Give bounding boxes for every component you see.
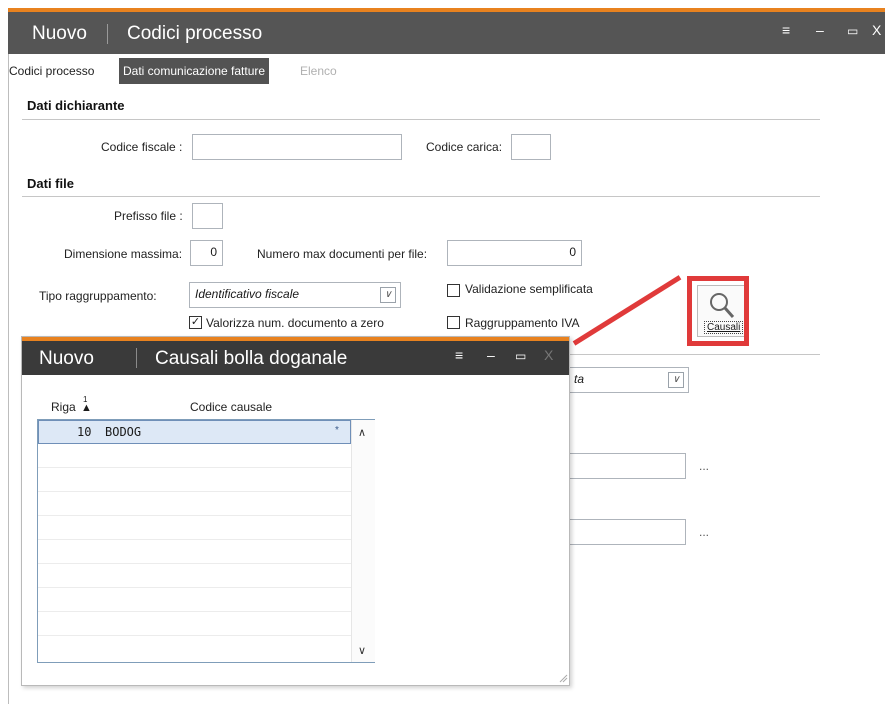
tab-dati-comunicazione-fatture[interactable]: Dati comunicazione fatture [119, 58, 270, 84]
window-mode-label: Nuovo [32, 23, 87, 44]
minimize-icon[interactable]: – [816, 22, 824, 38]
section-divider [22, 196, 820, 197]
column-header-codice-causale[interactable]: Codice causale [190, 400, 272, 414]
numero-max-documenti-label: Numero max documenti per file: [257, 247, 428, 261]
title-separator [136, 348, 137, 368]
causali-grid[interactable]: 10 BODOG * ∧ ∨ [37, 419, 375, 663]
chevron-down-icon[interactable]: ∨ [668, 372, 684, 388]
resize-grip-icon[interactable] [558, 673, 568, 683]
codice-fiscale-input[interactable] [192, 134, 402, 160]
codice-carica-label: Codice carica: [426, 140, 503, 154]
maximize-icon[interactable]: ▭ [515, 349, 526, 363]
tipo-raggruppamento-select[interactable]: Identificativo fiscale ∨ [189, 282, 401, 308]
highlight-box [687, 276, 749, 346]
maximize-icon[interactable]: ▭ [847, 24, 858, 38]
tab-elenco[interactable]: Elenco [296, 58, 341, 84]
window-title: Codici processo [127, 23, 263, 44]
ellipsis-button-2[interactable]: ... [699, 525, 709, 539]
codice-fiscale-label: Codice fiscale : [101, 140, 183, 154]
valorizza-label: Valorizza num. documento a zero [206, 316, 384, 330]
dimensione-massima-input[interactable]: 0 [190, 240, 223, 266]
chevron-up-icon[interactable]: ∧ [358, 426, 366, 439]
dimensione-massima-label: Dimensione massima: [64, 247, 183, 261]
background-combo[interactable]: ta ∨ [568, 367, 689, 393]
validazione-semplificata-checkbox[interactable] [447, 284, 460, 297]
background-field-1[interactable] [568, 453, 686, 479]
codice-carica-input[interactable] [511, 134, 551, 160]
popup-title: Causali bolla doganale [155, 348, 348, 369]
background-field-2[interactable] [568, 519, 686, 545]
table-row[interactable] [38, 588, 351, 612]
row-riga-cell[interactable]: 10 [77, 425, 91, 439]
chevron-down-icon[interactable]: ∨ [358, 644, 366, 657]
raggruppamento-iva-checkbox[interactable] [447, 316, 460, 329]
table-row[interactable] [38, 540, 351, 564]
menu-icon[interactable]: ≡ [782, 22, 790, 38]
table-row[interactable] [38, 492, 351, 516]
ellipsis-button-1[interactable]: ... [699, 459, 709, 473]
section-divider [22, 119, 820, 120]
main-titlebar[interactable]: Nuovo Codici processo ≡ – ▭ X [8, 12, 885, 54]
column-header-riga[interactable]: Riga [51, 400, 76, 414]
table-row[interactable]: 10 BODOG * [38, 420, 351, 444]
sort-arrow-icon: ▲ [81, 402, 92, 414]
window-left-border [8, 54, 9, 704]
table-row[interactable] [38, 612, 351, 636]
background-combo-value: ta [574, 372, 585, 386]
title-separator [107, 24, 108, 44]
table-row[interactable] [38, 468, 351, 492]
prefisso-file-input[interactable] [192, 203, 223, 229]
menu-icon[interactable]: ≡ [455, 347, 463, 363]
prefisso-file-label: Prefisso file : [114, 209, 183, 223]
popup-mode-label: Nuovo [39, 348, 94, 369]
table-row[interactable] [38, 564, 351, 588]
grid-scrollbar[interactable]: ∧ ∨ [351, 420, 375, 662]
causali-popup-window[interactable]: Nuovo Causali bolla doganale ≡ – ▭ X Rig… [21, 336, 570, 686]
tipo-raggruppamento-value: Identificativo fiscale [195, 287, 300, 301]
section-dati-file: Dati file [27, 176, 74, 191]
minimize-icon[interactable]: – [487, 347, 495, 363]
validazione-semplificata-label: Validazione semplificata [465, 282, 593, 296]
raggruppamento-iva-label: Raggruppamento IVA [465, 316, 580, 330]
table-row[interactable] [38, 444, 351, 468]
chevron-down-icon[interactable]: ∨ [380, 287, 396, 303]
tipo-raggruppamento-label: Tipo raggruppamento: [39, 289, 157, 303]
table-row[interactable] [38, 516, 351, 540]
row-marker: * [335, 425, 339, 436]
close-icon[interactable]: X [544, 347, 553, 363]
row-codice-cell[interactable]: BODOG [105, 425, 141, 439]
section-divider [570, 354, 820, 355]
section-dati-dichiarante: Dati dichiarante [27, 98, 125, 113]
valorizza-checkbox[interactable]: ✓ [189, 316, 202, 329]
popup-titlebar[interactable]: Nuovo Causali bolla doganale ≡ – ▭ X [22, 341, 569, 375]
numero-max-documenti-input[interactable]: 0 [447, 240, 582, 266]
tab-codici-processo[interactable]: Codici processo [5, 58, 98, 84]
close-icon[interactable]: X [872, 22, 881, 38]
